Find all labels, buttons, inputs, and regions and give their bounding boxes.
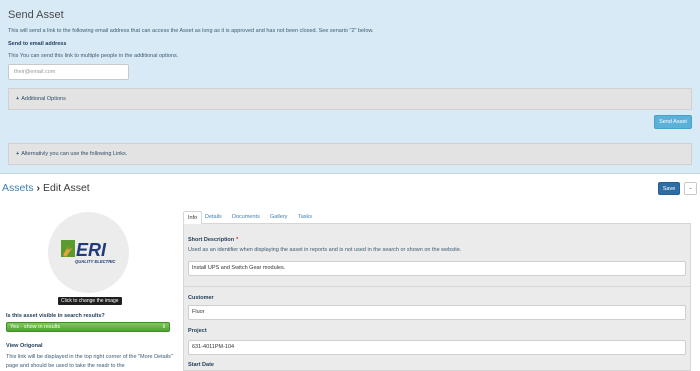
change-image-tooltip: Click to change the image	[58, 297, 122, 305]
short-description-field[interactable]: Install UPS and Switch Gear modules.	[188, 261, 686, 276]
select-arrows-icon: ⇕	[161, 324, 166, 330]
eri-logo: ERI QUALITY ELECTRIC	[61, 240, 116, 264]
email-label: Send to email address	[8, 41, 67, 47]
divider	[183, 286, 691, 287]
project-field[interactable]: 631-4011PM-104	[188, 340, 686, 355]
visibility-label: Is this asset visible in search results?	[6, 313, 105, 319]
email-sublabel: This You can send this link to multiple …	[8, 53, 179, 59]
tab-info[interactable]: Info	[183, 211, 203, 224]
project-label: Project	[188, 328, 207, 334]
breadcrumb-separator: ›	[36, 182, 41, 194]
send-asset-panel: Send Asset This will send a link to the …	[0, 0, 700, 174]
short-description-label: Short Description *	[188, 237, 238, 243]
customer-label: Customer	[188, 295, 214, 301]
short-description-help: Used as an identifier when displaying th…	[188, 247, 462, 253]
send-asset-button[interactable]: Send Asset	[654, 115, 692, 129]
tab-gallery[interactable]: Gallery	[266, 211, 291, 224]
save-button[interactable]: Save	[658, 182, 680, 195]
tab-tasks[interactable]: Tasks	[294, 211, 316, 224]
plus-icon: +	[16, 151, 20, 157]
alternative-links-label: Alternativly you can use the following L…	[21, 151, 128, 157]
email-field[interactable]	[8, 64, 129, 80]
customer-field[interactable]: Fluor	[188, 305, 686, 320]
send-asset-title: Send Asset	[8, 9, 64, 21]
breadcrumb-assets-link[interactable]: Assets	[2, 182, 34, 194]
tab-documents[interactable]: Documents	[228, 211, 264, 224]
start-date-label: Start Date	[188, 362, 214, 368]
visibility-select[interactable]: Yes - show in results ⇕	[6, 322, 170, 332]
visibility-value: Yes - show in results	[10, 324, 61, 330]
additional-options-label: Additional Options	[21, 96, 66, 102]
view-original-description: This link will be displayed in the top r…	[6, 354, 173, 369]
tab-details[interactable]: Details	[201, 211, 226, 224]
required-mark: *	[236, 237, 239, 243]
send-asset-description: This will send a link to the following e…	[8, 28, 374, 34]
asset-tabs: Info Details Documents Gallery Tasks	[183, 211, 691, 224]
alternative-links-toggle[interactable]: + Alternativly you can use the following …	[8, 143, 692, 165]
additional-options-toggle[interactable]: + Additional Options	[8, 88, 692, 110]
breadcrumb: Assets › Edit Asset	[2, 182, 90, 194]
logo-text: ERI	[76, 240, 107, 260]
short-description-label-text: Short Description	[188, 237, 235, 243]
view-original-label: View Origonal	[6, 343, 43, 349]
page-title: Edit Asset	[43, 182, 90, 194]
plus-icon: +	[16, 96, 20, 102]
more-actions-dropdown[interactable]: ⌄	[684, 182, 697, 195]
logo-subtext: QUALITY ELECTRIC	[75, 259, 116, 264]
chevron-down-icon: ⌄	[688, 185, 693, 191]
